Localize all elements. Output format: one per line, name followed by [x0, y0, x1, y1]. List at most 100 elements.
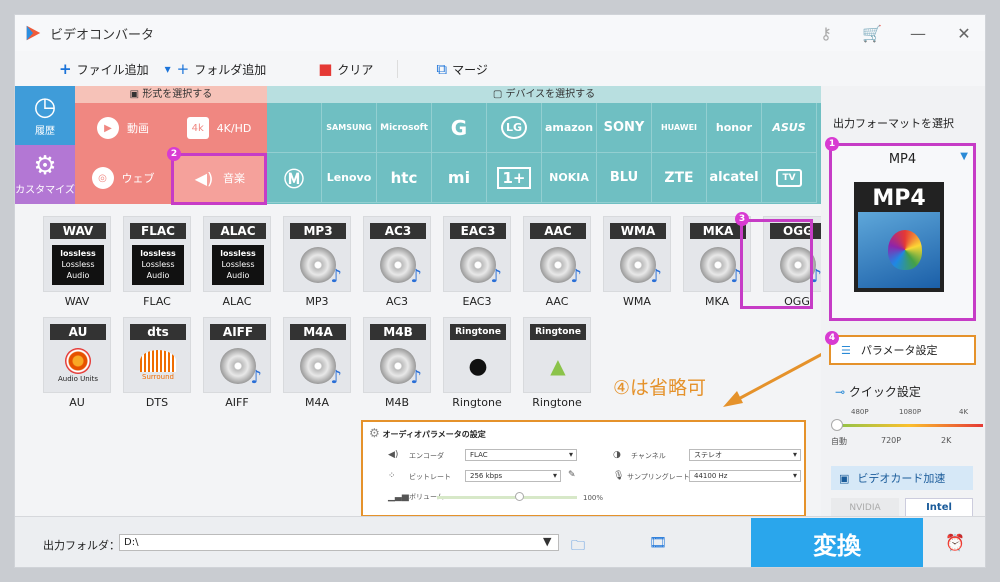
device-honor[interactable]: honor	[707, 103, 762, 153]
device-blu[interactable]: BLU	[597, 153, 652, 203]
key-icon[interactable]: ⚷	[803, 24, 849, 43]
param-settings-button[interactable]: ☰ パラメータ設定	[829, 335, 976, 365]
quick-icon: ⊸	[835, 385, 846, 399]
device-apple[interactable]	[267, 103, 322, 153]
device-asus[interactable]: ASUS	[762, 103, 817, 153]
quick-slider-track[interactable]	[835, 424, 983, 427]
device-samsung[interactable]: SAMSUNG	[322, 103, 377, 153]
device-motorola[interactable]: Ⓜ	[267, 153, 322, 203]
convert-button[interactable]: 変換	[751, 518, 923, 567]
cart-icon[interactable]: 🛒	[849, 24, 895, 43]
format-image: ●	[452, 344, 504, 388]
format-card[interactable]: dts Surround DTS	[117, 317, 197, 417]
format-image: ▲	[532, 344, 584, 388]
device-lg[interactable]: LG	[487, 103, 542, 153]
format-icon-box: dts Surround	[123, 317, 191, 393]
minimize-button[interactable]: —	[895, 24, 941, 43]
format-card[interactable]: AIFF AIFF	[197, 317, 277, 417]
format-name: AIFF	[225, 396, 249, 409]
volume-slider-thumb[interactable]	[515, 492, 524, 501]
device-nokia[interactable]: NOKIA	[542, 153, 597, 203]
format-card[interactable]: AAC AAC	[517, 216, 597, 316]
add-folder-button[interactable]: + フォルダ追加	[177, 60, 267, 78]
device-google[interactable]: G	[432, 103, 487, 153]
format-video[interactable]: ▶ 動画	[75, 103, 171, 153]
format-web[interactable]: ◎ ウェブ	[75, 153, 171, 203]
format-name: AC3	[385, 295, 408, 308]
badge-4: 4	[825, 331, 839, 345]
intel-button[interactable]: Intel	[905, 498, 973, 518]
annotation-text: ④は省略可	[613, 377, 707, 399]
format-card[interactable]: ALAC lossless Lossless Audio ALAC	[197, 216, 277, 316]
format-card[interactable]: M4A M4A	[277, 317, 357, 417]
device-alcatel[interactable]: alcatel	[707, 153, 762, 203]
volume-slider-track[interactable]	[437, 496, 577, 499]
output-path-input[interactable]: D:\	[119, 534, 559, 551]
lossless-icon: lossless Lossless Audio	[212, 245, 264, 285]
samplerate-select[interactable]: 44100 Hz	[689, 470, 801, 482]
format-badge: FLAC	[130, 223, 186, 239]
alarm-clock-icon[interactable]: ⏰	[945, 533, 965, 552]
bitrate-label: ビットレート	[409, 473, 451, 481]
channel-select[interactable]: ステレオ	[689, 449, 801, 461]
device-htc[interactable]: htc	[377, 153, 432, 203]
format-image	[292, 344, 344, 388]
nvidia-button[interactable]: NVIDIA	[831, 498, 899, 518]
format-icon-box: AAC	[523, 216, 591, 292]
app-window: ビデオコンバータ ⚷ 🛒 — ✕ + ファイル追加 ▾ + フォルダ追加 ■ クリア …	[14, 14, 986, 568]
format-card[interactable]: AU Audio Units AU	[37, 317, 117, 417]
bitrate-edit-icon[interactable]: ✎	[568, 470, 576, 480]
4k-icon: 4k	[186, 117, 209, 139]
format-card[interactable]: Ringtone ● Ringtone	[437, 317, 517, 417]
device-xiaomi[interactable]: mi	[432, 153, 487, 203]
bitrate-select[interactable]: 256 kbps	[465, 470, 561, 482]
device-zte[interactable]: ZTE	[652, 153, 707, 203]
device-microsoft[interactable]: Microsoft	[377, 103, 432, 153]
path-dropdown-icon[interactable]: ▼	[543, 535, 551, 548]
format-card[interactable]: WMA WMA	[597, 216, 677, 316]
format-card[interactable]: FLAC lossless Lossless Audio FLAC	[117, 216, 197, 316]
audio-disc-icon	[300, 348, 342, 388]
format-card[interactable]: Ringtone ▲ Ringtone	[517, 317, 597, 417]
format-badge: WAV	[50, 223, 106, 239]
video-editor-icon[interactable]: 🎞	[649, 535, 667, 551]
format-card[interactable]: MP3 MP3	[277, 216, 357, 316]
customize-button[interactable]: ⚙ カスタマイズ	[15, 145, 75, 204]
output-format-dropdown-icon[interactable]: ▼	[960, 151, 968, 162]
format-badge: MP3	[290, 223, 346, 239]
device-oneplus[interactable]: 1+	[487, 153, 542, 203]
window-controls: ⚷ 🛒 — ✕	[803, 15, 985, 51]
open-folder-icon[interactable]: 🗀	[571, 535, 585, 559]
audio-units-icon: Audio Units	[58, 348, 98, 384]
format-image: lossless Lossless Audio	[212, 243, 264, 287]
device-amazon[interactable]: amazon	[542, 103, 597, 153]
device-tv[interactable]: TV	[762, 153, 817, 203]
gpu-accel-button[interactable]: ▣ ビデオカード加速	[831, 466, 973, 490]
badge-2: 2	[167, 147, 181, 161]
encoder-select[interactable]: FLAC	[465, 449, 577, 461]
add-file-dropdown[interactable]: ▾	[165, 62, 171, 76]
merge-button[interactable]: ⧉ マージ	[436, 60, 487, 78]
add-file-button[interactable]: + ファイル追加	[59, 60, 149, 78]
device-huawei[interactable]: HUAWEI	[652, 103, 707, 153]
format-card[interactable]: WAV lossless Lossless Audio WAV	[37, 216, 117, 316]
history-button[interactable]: ◷ 履歴	[15, 86, 75, 145]
format-badge: M4B	[370, 324, 426, 340]
format-image: lossless Lossless Audio	[132, 243, 184, 287]
audio-disc-icon	[380, 247, 422, 287]
format-badge: MKA	[690, 223, 746, 239]
format-section-header: ▣ 形式を選択する	[75, 86, 267, 103]
device-lenovo[interactable]: Lenovo	[322, 153, 377, 203]
quick-slider-thumb[interactable]	[831, 419, 843, 431]
output-format-box[interactable]: MP4 ▼ MP4	[829, 143, 976, 321]
format-card[interactable]: M4B M4B	[357, 317, 437, 417]
device-sony[interactable]: SONY	[597, 103, 652, 153]
format-4k-hd[interactable]: 4k 4K/HD	[171, 103, 267, 153]
format-image: Audio Units	[52, 344, 104, 388]
output-format-name: MP4	[888, 152, 917, 167]
format-card[interactable]: EAC3 EAC3	[437, 216, 517, 316]
close-button[interactable]: ✕	[941, 24, 985, 43]
balloon-icon	[888, 230, 922, 270]
format-card[interactable]: AC3 AC3	[357, 216, 437, 316]
clear-button[interactable]: ■ クリア	[318, 60, 373, 78]
